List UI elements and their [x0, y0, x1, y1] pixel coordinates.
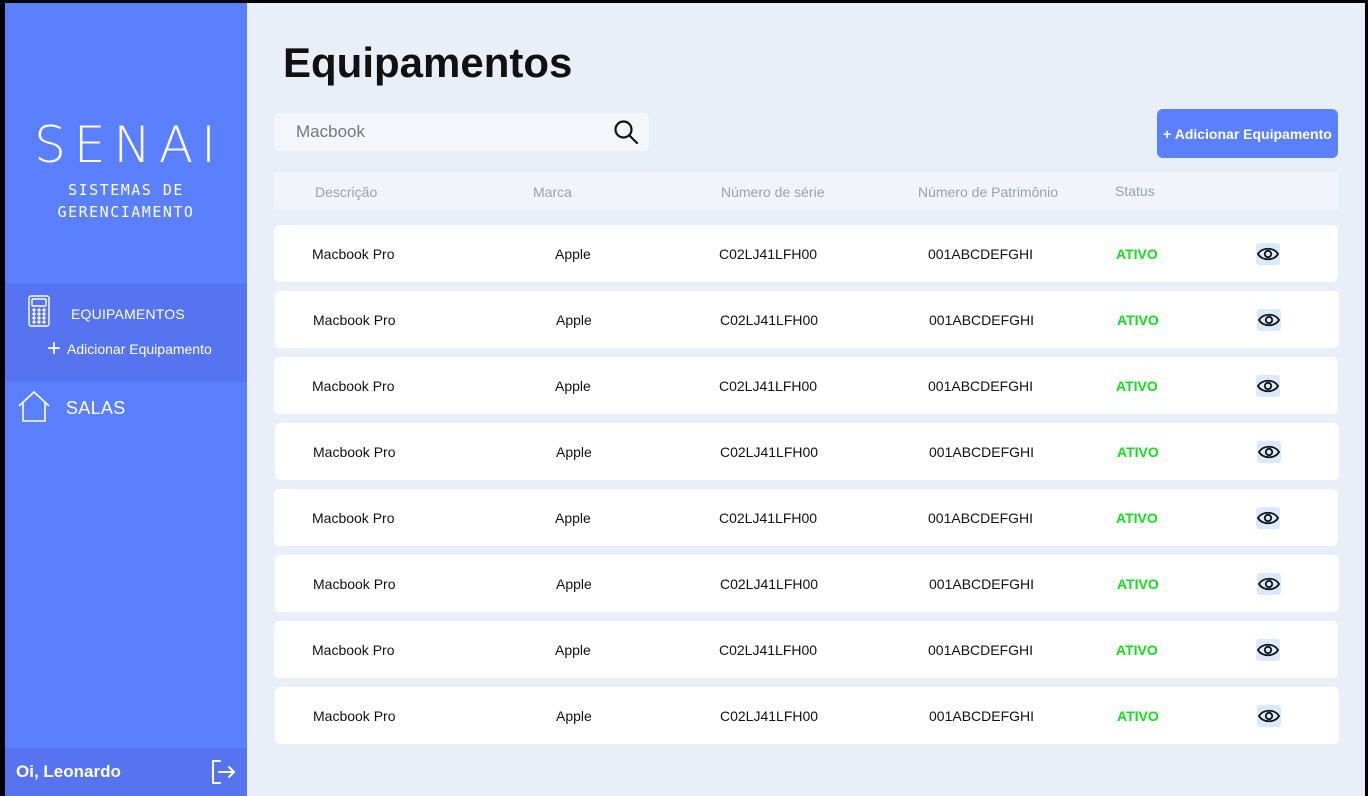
- status-badge: ATIVO: [1117, 444, 1159, 460]
- house-icon: [17, 389, 51, 428]
- cell-descricao: Macbook Pro: [312, 642, 395, 658]
- table-row: Macbook Pro Apple C02LJ41LFH00 001ABCDEF…: [274, 489, 1338, 546]
- logo-subtitle-line-2: GERENCIAMENTO: [57, 203, 195, 221]
- eye-icon[interactable]: [1256, 639, 1280, 661]
- sidebar-item-equipamentos-label: EQUIPAMENTOS: [71, 305, 185, 322]
- table-row: Macbook Pro Apple C02LJ41LFH00 001ABCDEF…: [274, 621, 1338, 678]
- senai-logo: SENAI SISTEMAS DE GERENCIAMENTO: [5, 117, 247, 223]
- sidebar-item-salas[interactable]: SALAS: [17, 389, 126, 428]
- cell-numero-serie: C02LJ41LFH00: [720, 576, 819, 592]
- cell-numero-serie: C02LJ41LFH00: [720, 708, 819, 724]
- cell-marca: Apple: [556, 576, 592, 592]
- status-badge: ATIVO: [1117, 708, 1159, 724]
- cell-numero-serie: C02LJ41LFH00: [719, 642, 818, 658]
- eye-icon[interactable]: [1256, 243, 1280, 265]
- cell-descricao: Macbook Pro: [312, 246, 395, 262]
- cell-marca: Apple: [556, 444, 592, 460]
- sidebar-item-adicionar-label: Adicionar Equipamento: [67, 341, 212, 357]
- user-greeting: Oi, Leonardo: [16, 762, 121, 781]
- logo-title: SENAI: [34, 116, 224, 174]
- table-row: Macbook Pro Apple C02LJ41LFH00 001ABCDEF…: [275, 555, 1339, 612]
- cell-marca: Apple: [556, 312, 592, 328]
- cell-descricao: Macbook Pro: [313, 708, 396, 724]
- logo-subtitle-line-1: SISTEMAS DE: [68, 181, 184, 199]
- eye-icon[interactable]: [1257, 705, 1281, 727]
- status-badge: ATIVO: [1117, 312, 1159, 328]
- cell-numero-patrimonio: 001ABCDEFGHI: [929, 444, 1035, 460]
- cell-numero-serie: C02LJ41LFH00: [719, 378, 818, 394]
- cell-numero-patrimonio: 001ABCDEFGHI: [929, 312, 1035, 328]
- cell-numero-serie: C02LJ41LFH00: [719, 246, 818, 262]
- cell-marca: Apple: [555, 642, 591, 658]
- eye-icon[interactable]: [1257, 441, 1281, 463]
- cell-numero-patrimonio: 001ABCDEFGHI: [929, 708, 1035, 724]
- add-equipment-button[interactable]: + Adicionar Equipamento: [1157, 109, 1338, 158]
- logout-icon[interactable]: [209, 758, 237, 786]
- cell-numero-serie: C02LJ41LFH00: [719, 510, 818, 526]
- search-bar: [274, 113, 649, 151]
- search-icon[interactable]: [613, 119, 639, 145]
- user-bar: Oi, Leonardo: [5, 748, 247, 796]
- column-header-numero-patrimonio: Número de Patrimônio: [918, 184, 1059, 200]
- column-header-status: Status: [1115, 183, 1155, 199]
- plus-icon: +: [47, 335, 62, 362]
- table-row: Macbook Pro Apple C02LJ41LFH00 001ABCDEF…: [274, 357, 1338, 414]
- table-header: Descrição Marca Número de série Número d…: [274, 172, 1339, 210]
- status-badge: ATIVO: [1116, 246, 1158, 262]
- table-row: Macbook Pro Apple C02LJ41LFH00 001ABCDEF…: [275, 291, 1339, 348]
- sidebar-item-adicionar-equipamento[interactable]: + Adicionar Equipamento: [47, 335, 212, 362]
- status-badge: ATIVO: [1116, 642, 1158, 658]
- cell-numero-patrimonio: 001ABCDEFGHI: [928, 246, 1034, 262]
- sidebar-item-equipamentos[interactable]: EQUIPAMENTOS: [27, 295, 185, 332]
- cell-marca: Apple: [555, 246, 591, 262]
- cell-numero-patrimonio: 001ABCDEFGHI: [928, 510, 1034, 526]
- table-row: Macbook Pro Apple C02LJ41LFH00 001ABCDEF…: [275, 423, 1339, 480]
- cell-numero-serie: C02LJ41LFH00: [720, 444, 819, 460]
- column-header-numero-serie: Número de série: [721, 184, 825, 200]
- column-header-marca: Marca: [533, 184, 572, 200]
- page-title: Equipamentos: [283, 39, 573, 86]
- column-header-descricao: Descrição: [315, 184, 378, 200]
- cell-descricao: Macbook Pro: [312, 510, 395, 526]
- cell-numero-patrimonio: 001ABCDEFGHI: [928, 642, 1034, 658]
- status-badge: ATIVO: [1117, 576, 1159, 592]
- calculator-icon: [27, 295, 51, 332]
- eye-icon[interactable]: [1256, 375, 1280, 397]
- status-badge: ATIVO: [1116, 378, 1158, 394]
- cell-descricao: Macbook Pro: [312, 378, 395, 394]
- table-row: Macbook Pro Apple C02LJ41LFH00 001ABCDEF…: [275, 687, 1339, 744]
- table-row: Macbook Pro Apple C02LJ41LFH00 001ABCDEF…: [274, 225, 1338, 282]
- cell-numero-patrimonio: 001ABCDEFGHI: [928, 378, 1034, 394]
- sidebar-item-salas-label: SALAS: [66, 398, 126, 418]
- cell-descricao: Macbook Pro: [313, 444, 396, 460]
- app-frame: SENAI SISTEMAS DE GERENCIAMENTO EQUIPAME…: [5, 3, 1365, 796]
- eye-icon[interactable]: [1256, 507, 1280, 529]
- search-input[interactable]: [274, 113, 604, 151]
- cell-descricao: Macbook Pro: [313, 312, 396, 328]
- eye-icon[interactable]: [1257, 573, 1281, 595]
- cell-marca: Apple: [555, 378, 591, 394]
- nav-group-equipamentos: EQUIPAMENTOS + Adicionar Equipamento: [5, 283, 247, 382]
- status-badge: ATIVO: [1116, 510, 1158, 526]
- cell-marca: Apple: [556, 708, 592, 724]
- cell-numero-serie: C02LJ41LFH00: [720, 312, 819, 328]
- cell-marca: Apple: [555, 510, 591, 526]
- cell-descricao: Macbook Pro: [313, 576, 396, 592]
- sidebar: SENAI SISTEMAS DE GERENCIAMENTO EQUIPAME…: [5, 3, 247, 796]
- eye-icon[interactable]: [1257, 309, 1281, 331]
- cell-numero-patrimonio: 001ABCDEFGHI: [929, 576, 1035, 592]
